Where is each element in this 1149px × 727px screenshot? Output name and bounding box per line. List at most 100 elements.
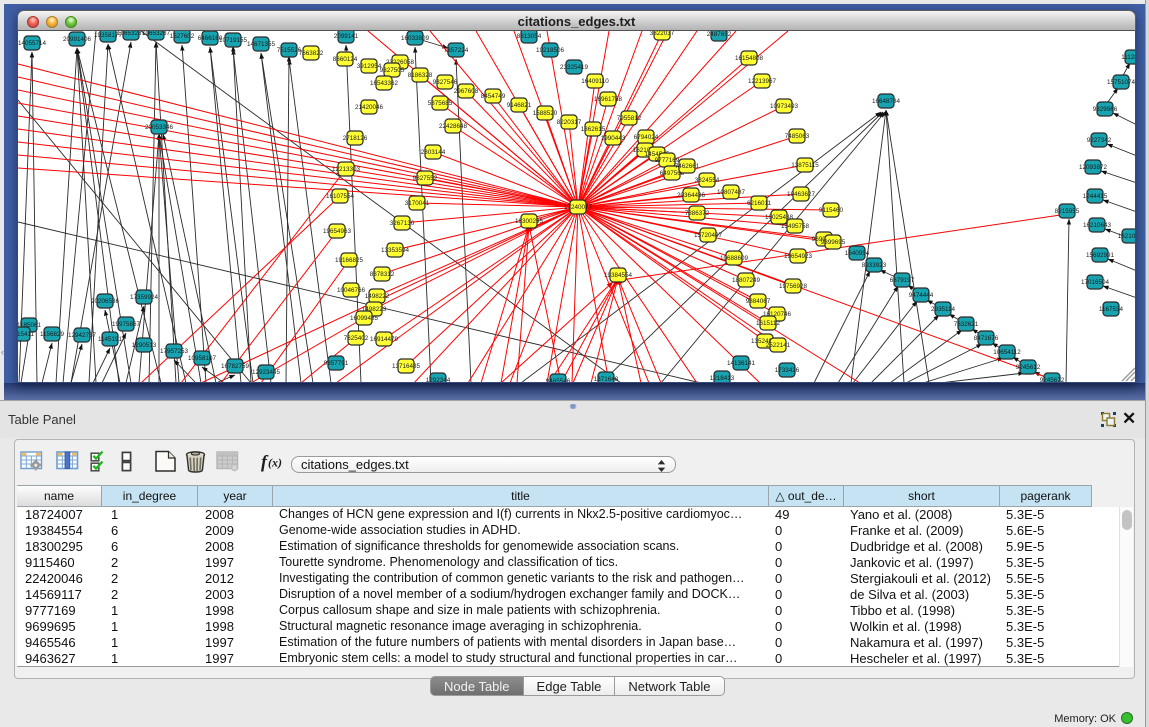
svg-text:7462661: 7462661 (675, 163, 700, 170)
svg-text:16107554: 16107554 (326, 193, 355, 200)
svg-text:2803144: 2803144 (421, 149, 446, 156)
svg-text:2967608: 2967608 (454, 88, 479, 95)
svg-text:19654963: 19654963 (323, 228, 352, 235)
svg-text:10046766: 10046766 (337, 287, 366, 294)
svg-text:1290513: 1290513 (132, 342, 157, 349)
svg-text:9827552: 9827552 (413, 175, 438, 182)
svg-text:10807487: 10807487 (717, 189, 746, 196)
svg-text:15720407: 15720407 (694, 232, 723, 239)
svg-text:1640954: 1640954 (845, 250, 870, 257)
svg-text:8471676: 8471676 (974, 335, 999, 342)
svg-text:1244415: 1244415 (1083, 193, 1108, 200)
svg-text:12093872: 12093872 (1079, 164, 1108, 171)
svg-text:20991406: 20991406 (63, 36, 92, 43)
svg-text:1588520: 1588520 (533, 110, 558, 117)
svg-text:8813054: 8813054 (517, 33, 542, 40)
svg-text:20364436: 20364436 (677, 192, 706, 199)
svg-text:3915411: 3915411 (18, 331, 35, 338)
svg-text:12213967: 12213967 (748, 78, 777, 85)
svg-text:(x): (x) (268, 456, 282, 470)
svg-text:1218413: 1218413 (710, 375, 735, 382)
svg-text:9146821: 9146821 (507, 102, 532, 109)
svg-text:9245672: 9245672 (1040, 377, 1065, 383)
svg-text:2935114: 2935114 (931, 306, 956, 313)
svg-text:6794024: 6794024 (634, 134, 659, 141)
svg-text:9227342: 9227342 (1087, 137, 1112, 144)
svg-text:9857791: 9857791 (324, 360, 349, 367)
svg-text:8186328: 8186328 (408, 72, 433, 79)
svg-text:16961758: 16961758 (594, 96, 623, 103)
svg-text:22428648: 22428648 (439, 123, 468, 130)
svg-text:9245612: 9245612 (1016, 364, 1041, 371)
svg-text:3822037: 3822037 (650, 31, 675, 37)
svg-text:19463627: 19463627 (787, 191, 816, 198)
svg-text:1498222: 1498222 (365, 293, 390, 300)
svg-text:10973493: 10973493 (770, 103, 799, 110)
svg-text:17359924: 17359924 (130, 294, 159, 301)
svg-text:3824554: 3824554 (695, 177, 720, 184)
svg-text:21420046: 21420046 (355, 104, 384, 111)
svg-text:13875115: 13875115 (791, 162, 819, 169)
svg-text:1362615: 1362615 (581, 126, 606, 133)
svg-text:14671355: 14671355 (247, 41, 276, 48)
svg-text:10653287: 10653287 (142, 31, 171, 37)
svg-text:16409110: 16409110 (581, 78, 609, 85)
svg-text:9899695: 9899695 (821, 239, 846, 246)
svg-text:16543362: 16543362 (370, 80, 399, 87)
svg-text:7663822: 7663822 (299, 50, 324, 57)
svg-text:7632621: 7632621 (954, 321, 979, 328)
svg-text:15495758: 15495758 (781, 223, 810, 230)
svg-text:13353594: 13353594 (381, 247, 410, 254)
svg-text:16782759: 16782759 (221, 363, 250, 370)
svg-text:2099141: 2099141 (334, 33, 359, 40)
svg-text:17240077: 17240077 (564, 204, 593, 211)
svg-text:7625402: 7625402 (344, 335, 369, 342)
svg-text:3912954: 3912954 (357, 63, 382, 70)
svg-text:16914479: 16914479 (370, 336, 399, 343)
svg-text:1145191: 1145191 (98, 336, 123, 343)
svg-text:1615112: 1615112 (756, 320, 781, 327)
svg-text:6216011: 6216011 (747, 200, 772, 207)
svg-text:9327546: 9327546 (433, 79, 458, 86)
svg-text:1292344: 1292344 (426, 377, 451, 383)
svg-text:12213303: 12213303 (332, 166, 361, 173)
svg-text:7485063: 7485063 (785, 133, 810, 140)
svg-text:14136141: 14136141 (727, 360, 756, 367)
svg-text:14055714: 14055714 (18, 40, 46, 47)
svg-text:10688609: 10688609 (720, 255, 749, 262)
svg-text:2522141: 2522141 (766, 342, 791, 349)
svg-text:3170041: 3170041 (405, 200, 430, 207)
svg-text:9474444: 9474444 (909, 292, 934, 299)
svg-text:16210643: 16210643 (1083, 222, 1112, 229)
svg-text:7857224: 7857224 (444, 47, 469, 54)
svg-text:1990443: 1990443 (601, 135, 626, 142)
svg-text:18807249: 18807249 (732, 277, 761, 284)
svg-text:16648784: 16648784 (872, 98, 901, 105)
svg-text:20053346: 20053346 (145, 124, 174, 131)
svg-text:17957253: 17957253 (160, 348, 189, 355)
svg-text:2487652: 2487652 (707, 31, 732, 38)
svg-text:8220317: 8220317 (557, 119, 582, 126)
svg-text:19384554: 19384554 (604, 272, 633, 279)
svg-text:19975867: 19975867 (112, 321, 141, 328)
svg-text:7886372: 7886372 (685, 210, 710, 217)
svg-text:15751074: 15751074 (1107, 79, 1136, 86)
svg-text:9327505: 9327505 (380, 67, 405, 74)
svg-text:10719155: 10719155 (219, 37, 248, 44)
svg-text:1167534: 1167534 (1099, 306, 1124, 313)
svg-text:12923445: 12923445 (252, 369, 281, 376)
svg-text:3267130: 3267130 (390, 220, 415, 227)
svg-text:8660124: 8660124 (333, 56, 358, 63)
svg-text:13716485: 13716485 (392, 363, 421, 370)
svg-text:12942737: 12942737 (68, 332, 97, 339)
svg-text:7955812: 7955812 (617, 115, 642, 122)
svg-text:19756928: 19756928 (779, 283, 808, 290)
svg-text:15692991: 15692991 (1086, 252, 1115, 259)
svg-text:10958107: 10958107 (188, 355, 217, 362)
svg-text:9465546: 9465546 (546, 378, 571, 383)
svg-text:8878312: 8878312 (370, 271, 395, 278)
svg-text:16033809: 16033809 (401, 35, 430, 42)
svg-text:9115460: 9115460 (819, 207, 844, 214)
svg-text:19654923: 19654923 (784, 253, 813, 260)
svg-text:2718126: 2718126 (343, 135, 368, 142)
